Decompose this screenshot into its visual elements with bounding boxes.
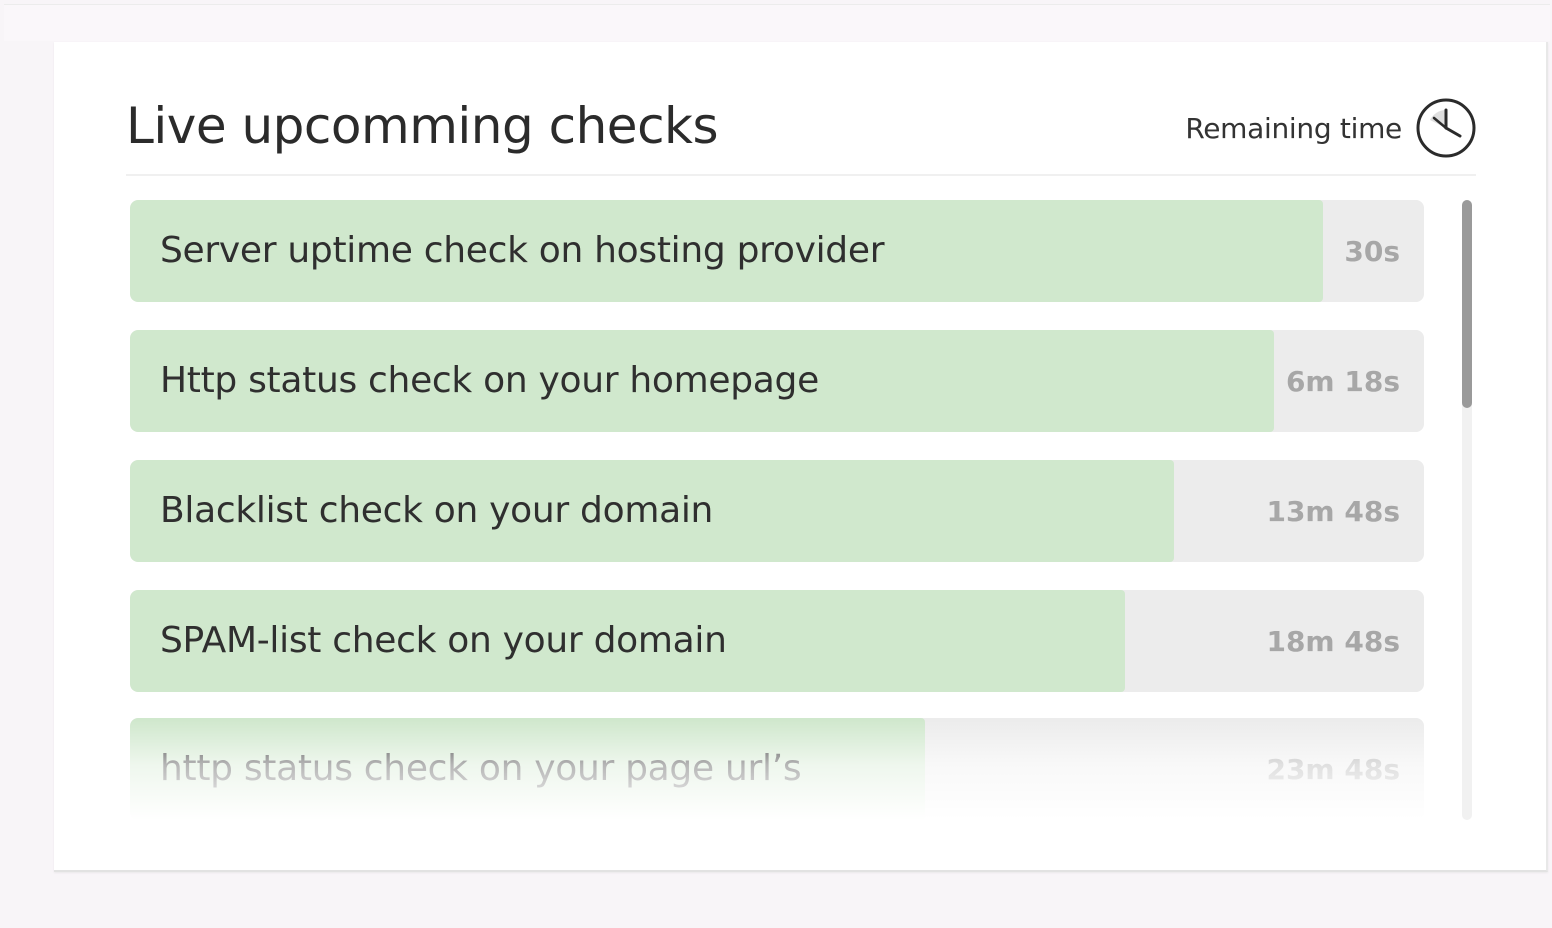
check-row[interactable]: Server uptime check on hosting provider …: [130, 200, 1424, 302]
check-row[interactable]: Http status check on your homepage 6m 18…: [130, 330, 1424, 432]
card-title: Live upcomming checks: [126, 97, 719, 155]
top-band: [4, 4, 1550, 41]
check-row[interactable]: SPAM-list check on your domain 18m 48s: [130, 590, 1424, 692]
check-remaining-time: 23m 48s: [1266, 753, 1400, 786]
remaining-time-indicator: Remaining time: [1185, 98, 1476, 158]
check-remaining-time: 30s: [1344, 235, 1400, 268]
check-row[interactable]: http status check on your page url’s 23m…: [130, 718, 1424, 820]
check-label: Server uptime check on hosting provider: [160, 230, 885, 271]
check-label: Blacklist check on your domain: [160, 490, 714, 531]
page: Live upcomming checks Remaining time Ser…: [0, 0, 1552, 928]
check-remaining-time: 6m 18s: [1285, 365, 1400, 398]
card-header: Live upcomming checks Remaining time: [126, 98, 1476, 176]
check-row[interactable]: Blacklist check on your domain 13m 48s: [130, 460, 1424, 562]
checks-list[interactable]: Server uptime check on hosting provider …: [130, 200, 1424, 820]
scrollbar-track[interactable]: [1462, 200, 1472, 820]
check-remaining-time: 18m 48s: [1266, 625, 1400, 658]
check-label: http status check on your page url’s: [160, 748, 802, 789]
check-label: SPAM-list check on your domain: [160, 620, 727, 661]
remaining-time-label: Remaining time: [1185, 111, 1402, 145]
scrollbar-thumb[interactable]: [1462, 200, 1472, 408]
check-remaining-time: 13m 48s: [1266, 495, 1400, 528]
check-label: Http status check on your homepage: [160, 360, 819, 401]
upcoming-checks-card: Live upcomming checks Remaining time Ser…: [54, 42, 1548, 872]
clock-icon: [1416, 98, 1476, 158]
